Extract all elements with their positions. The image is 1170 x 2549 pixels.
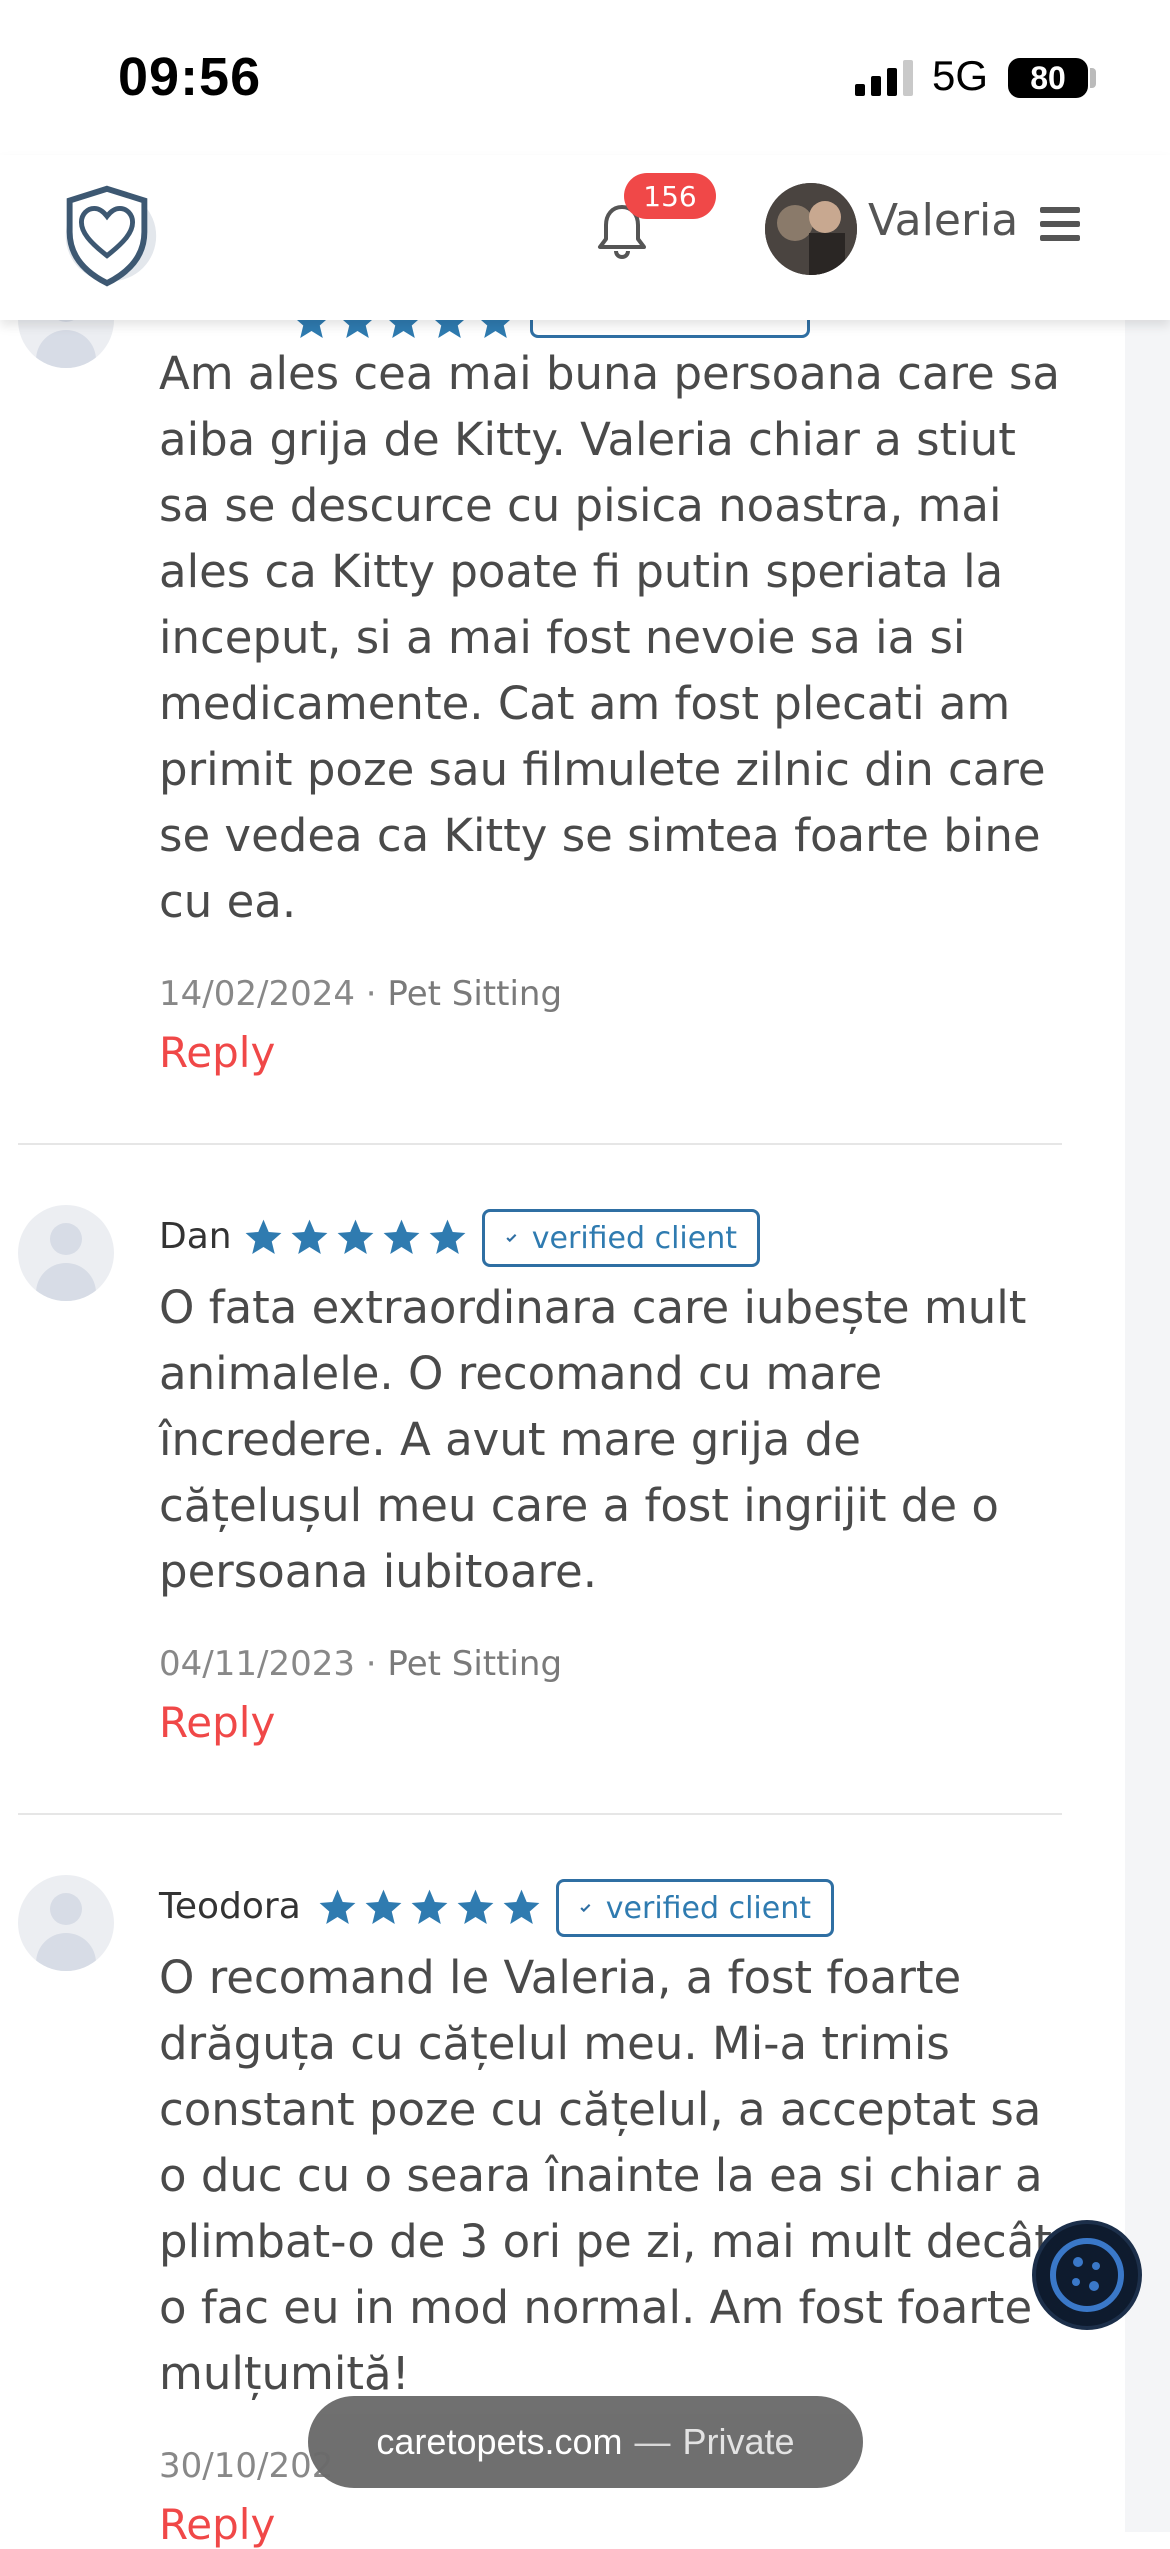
star-icon (503, 1889, 540, 1924)
status-bar: 09:56 5G 80 (0, 0, 1170, 155)
notification-count-badge[interactable]: 156 (624, 173, 716, 219)
status-time: 09:56 (118, 47, 262, 107)
star-icon (245, 1219, 282, 1254)
star-icon (365, 1889, 402, 1924)
review-date: 14/02/2024 (159, 974, 355, 1014)
star-icon (383, 1219, 420, 1254)
review-list: verified client Am ales cea mai buna per… (0, 0, 1170, 2549)
battery-cap (1090, 68, 1096, 88)
cookie-icon (1050, 2238, 1124, 2312)
check-icon (506, 1234, 517, 1243)
review-date: 30/10/202 (159, 2446, 334, 2486)
verified-client-badge: verified client (556, 1879, 834, 1937)
review-meta: 14/02/2024 · Pet Sitting (159, 974, 563, 1014)
star-icon (337, 1219, 374, 1254)
verified-label: verified client (605, 1890, 811, 1926)
browser-private-mode: Private (682, 2421, 795, 2462)
avatar[interactable] (765, 183, 857, 275)
verified-client-badge: verified client (482, 1209, 760, 1267)
star-icon (319, 1889, 356, 1924)
shield-heart-logo-icon[interactable] (48, 175, 166, 293)
reply-link[interactable]: Reply (159, 1698, 275, 1747)
browser-domain: caretopets.com (376, 2421, 623, 2462)
profile-photo (765, 183, 857, 275)
reviewer-name: Teodora (159, 1886, 301, 1927)
check-icon (580, 1904, 591, 1913)
battery-icon: 80 (1008, 58, 1088, 98)
review-meta: 30/10/202 (159, 2446, 333, 2486)
browser-address-pill[interactable]: caretopets.com — Private (308, 2396, 863, 2488)
divider (18, 1813, 1062, 1815)
review-text: O fata extraordinara care iubește mult a… (159, 1281, 1027, 1598)
user-placeholder-icon (18, 1875, 114, 1971)
star-icon (457, 1889, 494, 1924)
star-icon (429, 1219, 466, 1254)
battery-level: 80 (1030, 59, 1066, 96)
star-icon (291, 1219, 328, 1254)
review-text: Am ales cea mai buna persoana care sa ai… (159, 347, 1060, 928)
reply-link[interactable]: Reply (159, 1028, 275, 1077)
hamburger-menu-icon[interactable] (1040, 207, 1080, 241)
reply-link[interactable]: Reply (159, 2500, 275, 2549)
cellular-signal-icon (855, 60, 913, 96)
verified-label: verified client (531, 1220, 737, 1256)
star-rating (316, 1886, 543, 1929)
reviewer-name: Dan (159, 1216, 232, 1257)
star-rating (242, 1216, 469, 1259)
scrollbar-track[interactable] (1125, 320, 1170, 2532)
star-icon (411, 1889, 448, 1924)
network-type: 5G (932, 52, 989, 99)
review-meta: 04/11/2023 · Pet Sitting (159, 1644, 563, 1684)
app-header: 156 Valeria (0, 155, 1170, 320)
cookie-settings-button[interactable] (1032, 2220, 1142, 2330)
user-name[interactable]: Valeria (868, 195, 1018, 246)
review-text: O recomand le Valeria, a fost foarte dră… (159, 1951, 1052, 2400)
review-date: 04/11/2023 (159, 1644, 355, 1684)
browser-separator: — (634, 2421, 671, 2462)
notification-count: 156 (643, 179, 697, 213)
divider (18, 1143, 1062, 1145)
review-service: Pet Sitting (387, 1644, 563, 1684)
review-service: Pet Sitting (387, 974, 563, 1014)
user-placeholder-icon (18, 1205, 114, 1301)
